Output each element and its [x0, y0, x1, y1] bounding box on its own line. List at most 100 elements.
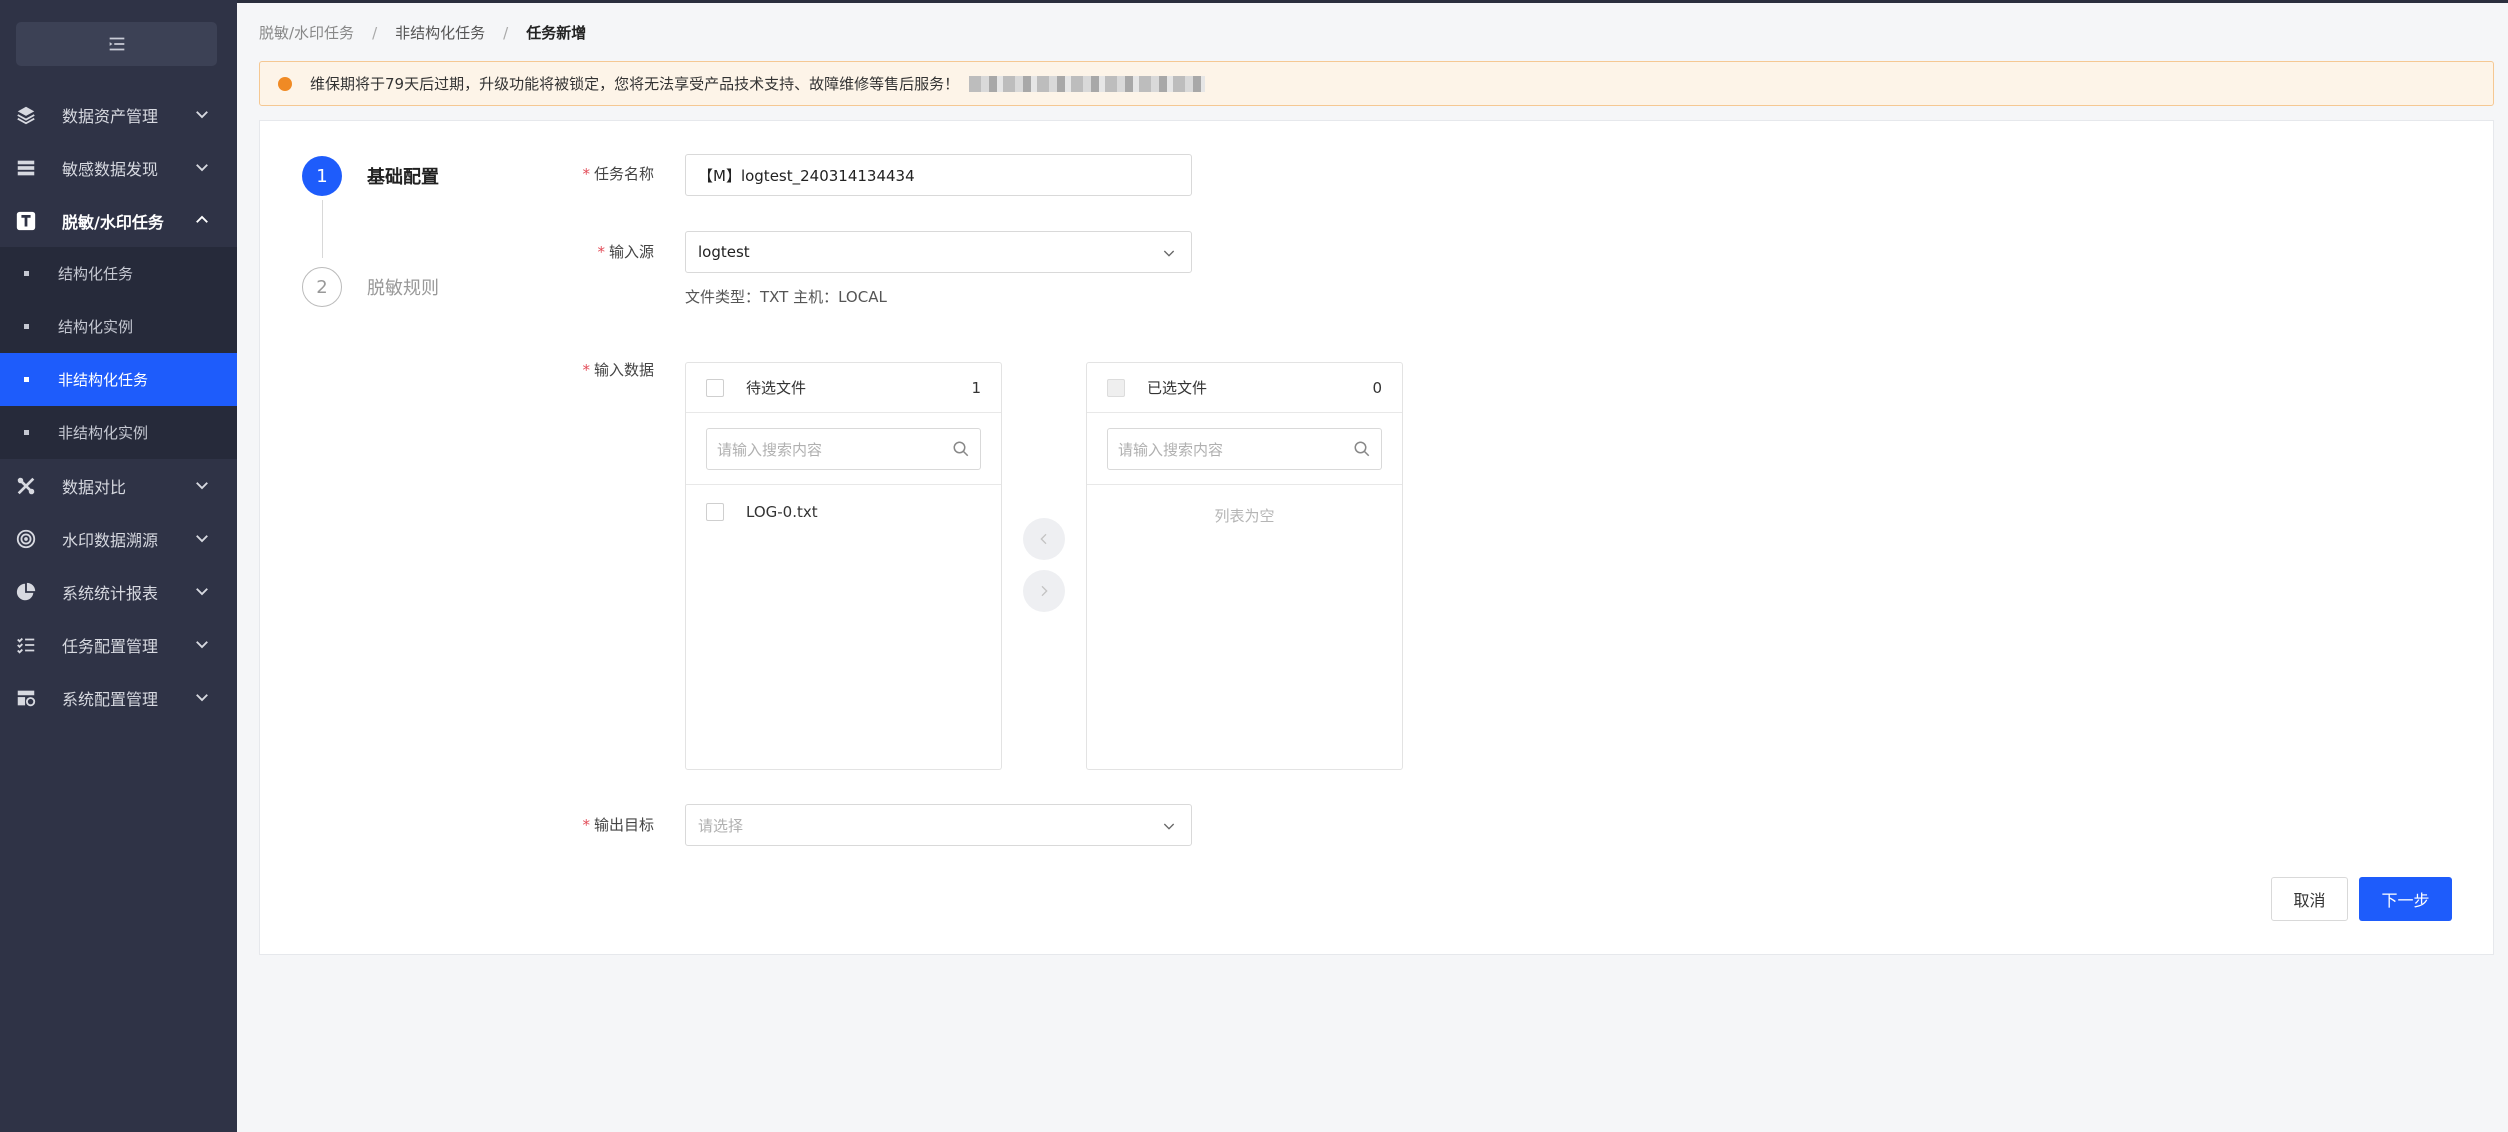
sidebar-subitem-label: 非结构化实例 — [58, 424, 149, 442]
task-t-icon — [14, 209, 38, 233]
chevron-left-icon — [1040, 533, 1047, 545]
chevron-down-icon — [196, 482, 208, 490]
label-text: 任务名称 — [593, 165, 654, 183]
sidebar-subitem-unstructured-instance[interactable]: 非结构化实例 — [0, 406, 237, 459]
layers-icon — [14, 103, 38, 127]
chevron-right-icon — [1041, 585, 1048, 597]
chevron-down-icon — [1163, 823, 1175, 830]
bullet-dot — [24, 324, 29, 329]
compare-tools-icon — [14, 474, 38, 498]
bullet-dot — [24, 430, 29, 435]
empty-list-text: 列表为空 — [1214, 507, 1275, 525]
transfer-source-panel: 待选文件 1 请输入搜索内容 LOG-0.txt — [685, 362, 1002, 770]
sidebar-item-system-config[interactable]: 系统配置管理 — [0, 671, 237, 724]
transfer-source-title: 待选文件 — [746, 379, 807, 397]
chevron-down-icon — [196, 164, 208, 172]
maintenance-notice: 维保期将于79天后过期，升级功能将被锁定，您将无法享受产品技术支持、故障维修等售… — [259, 61, 2494, 106]
input-source-value: logtest — [698, 243, 750, 261]
menu-fold-icon — [109, 37, 124, 51]
input-source-select[interactable]: logtest — [685, 231, 1192, 273]
task-name-value: 【M】logtest_240314134434 — [698, 166, 915, 185]
sidebar-item-label: 系统配置管理 — [62, 689, 159, 709]
transfer-source-search[interactable]: 请输入搜索内容 — [706, 428, 981, 470]
required-mark: * — [597, 243, 605, 261]
search-placeholder: 请输入搜索内容 — [1118, 440, 1224, 459]
sidebar-item-label: 任务配置管理 — [62, 636, 159, 656]
sidebar-item-watermark-trace[interactable]: 水印数据溯源 — [0, 512, 237, 565]
sidebar-item-data-compare[interactable]: 数据对比 — [0, 459, 237, 512]
chevron-down-icon — [196, 694, 208, 702]
item-checkbox[interactable] — [706, 503, 724, 521]
transfer-target-title: 已选文件 — [1147, 379, 1208, 397]
breadcrumb-item-mask-watermark[interactable]: 脱敏/水印任务 — [259, 22, 354, 43]
task-name-input[interactable]: 【M】logtest_240314134434 — [685, 154, 1192, 196]
step-label: 基础配置 — [367, 167, 439, 188]
required-mark: * — [582, 361, 590, 379]
transfer-target-header: 已选文件 0 — [1087, 363, 1402, 413]
sidebar-item-data-asset[interactable]: 数据资产管理 — [0, 88, 237, 141]
transfer-target-count: 0 — [1372, 378, 1382, 397]
transfer-left-button[interactable] — [1023, 518, 1065, 560]
server-list-icon — [14, 156, 38, 180]
sidebar-item-label: 水印数据溯源 — [62, 530, 159, 550]
required-mark: * — [582, 816, 590, 834]
task-name-label: * 任务名称 — [534, 163, 654, 184]
step-basic-config: 1 基础配置 — [302, 156, 439, 196]
sidebar-item-label: 数据对比 — [62, 477, 127, 497]
sidebar-submenu: 结构化任务 结构化实例 非结构化任务 非结构化实例 — [0, 247, 237, 459]
transfer-target-search[interactable]: 请输入搜索内容 — [1107, 428, 1382, 470]
chevron-down-icon — [196, 535, 208, 543]
chevron-down-icon — [196, 641, 208, 649]
breadcrumb: 脱敏/水印任务 / 非结构化任务 / 任务新增 — [259, 22, 586, 43]
step-number: 1 — [302, 156, 342, 196]
select-all-checkbox[interactable] — [1107, 378, 1125, 397]
step-connector — [322, 200, 323, 258]
search-icon — [1354, 441, 1370, 457]
label-text: 输入源 — [608, 243, 654, 261]
redacted-contact-info — [969, 75, 1206, 92]
top-edge-bar — [0, 0, 2508, 3]
step-mask-rules: 2 脱敏规则 — [302, 267, 439, 307]
transfer-target-panel: 已选文件 0 请输入搜索内容 列表为空 — [1086, 362, 1403, 770]
cancel-button[interactable]: 取消 — [2271, 877, 2348, 921]
next-step-button[interactable]: 下一步 — [2359, 877, 2452, 921]
sidebar-item-label: 脱敏/水印任务 — [62, 212, 164, 232]
input-data-label: * 输入数据 — [534, 359, 654, 380]
output-target-label: * 输出目标 — [534, 814, 654, 835]
sidebar-subitem-structured-instance[interactable]: 结构化实例 — [0, 300, 237, 353]
chevron-down-icon — [1163, 250, 1175, 257]
sidebar-menu: 数据资产管理 敏感数据发现 脱敏/水印任务 结构化任务 结构化实例 非结构化任务… — [0, 88, 237, 724]
list-item[interactable]: LOG-0.txt — [686, 485, 1001, 539]
transfer-right-button[interactable] — [1023, 570, 1065, 612]
notice-text: 维保期将于79天后过期，升级功能将被锁定，您将无法享受产品技术支持、故障维修等售… — [310, 75, 960, 93]
chevron-down-icon — [196, 588, 208, 596]
sidebar-item-label: 敏感数据发现 — [62, 159, 159, 179]
sidebar-item-label: 系统统计报表 — [62, 583, 159, 603]
required-mark: * — [582, 165, 590, 183]
sidebar-subitem-structured-task[interactable]: 结构化任务 — [0, 247, 237, 300]
sidebar-item-mask-watermark-task[interactable]: 脱敏/水印任务 — [0, 194, 237, 247]
sidebar-subitem-label: 结构化实例 — [58, 318, 134, 336]
label-text: 输入数据 — [593, 361, 654, 379]
search-icon — [953, 441, 969, 457]
breadcrumb-item-current: 任务新增 — [526, 24, 587, 42]
sidebar-item-system-report[interactable]: 系统统计报表 — [0, 565, 237, 618]
pie-chart-icon — [14, 580, 38, 604]
chevron-up-icon — [196, 215, 208, 223]
output-target-select[interactable]: 请选择 — [685, 804, 1192, 846]
transfer-source-count: 1 — [971, 378, 981, 397]
sidebar-collapse-button[interactable] — [16, 22, 217, 66]
input-source-label: * 输入源 — [534, 241, 654, 262]
checklist-icon — [14, 633, 38, 657]
bullet-dot — [24, 271, 29, 276]
sidebar-item-sensitive-discovery[interactable]: 敏感数据发现 — [0, 141, 237, 194]
sidebar-item-task-config[interactable]: 任务配置管理 — [0, 618, 237, 671]
file-name: LOG-0.txt — [746, 503, 818, 521]
sidebar-subitem-unstructured-task[interactable]: 非结构化任务 — [0, 353, 237, 406]
breadcrumb-separator: / — [503, 23, 509, 42]
breadcrumb-item-unstructured-task[interactable]: 非结构化任务 — [395, 22, 485, 43]
label-text: 输出目标 — [593, 816, 654, 834]
sidebar-item-label: 数据资产管理 — [62, 106, 159, 126]
select-all-checkbox[interactable] — [706, 378, 724, 397]
settings-panel-icon — [14, 686, 38, 710]
